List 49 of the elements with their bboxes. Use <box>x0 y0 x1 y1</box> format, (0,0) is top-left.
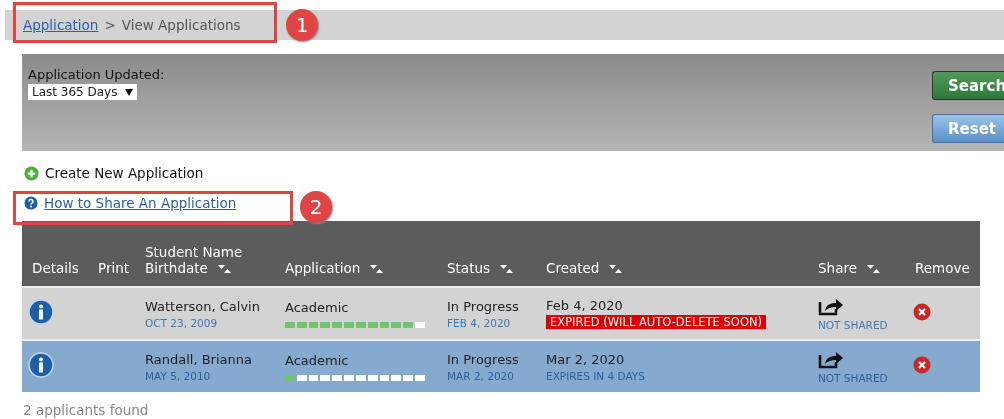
status-date: MAR 2, 2020 <box>447 369 515 382</box>
application-type: Academic <box>285 299 350 315</box>
info-icon[interactable] <box>28 352 54 378</box>
results-count: 2 applicants found <box>23 402 150 418</box>
column-header[interactable]: Share <box>808 221 905 287</box>
date-range-select[interactable]: Last 365 Days <box>28 84 138 100</box>
sort-icon <box>609 265 623 273</box>
share-icon[interactable] <box>818 296 844 316</box>
column-header[interactable]: Application <box>275 221 437 287</box>
student-name: Watterson, Calvin <box>145 298 261 314</box>
column-header: Remove <box>905 221 980 287</box>
applicant-row[interactable]: Watterson, Calvin OCT 23, 2009 Academic In Progress FEB 4, 2020 Feb 4, 2020 EXPIRED (WILL AUTO-DELETE SOON) NOT SHARED <box>22 287 980 340</box>
share-icon[interactable] <box>818 349 844 369</box>
remove-icon[interactable] <box>913 303 931 321</box>
step-number: 2 <box>300 191 332 223</box>
column-header: Details <box>22 221 88 287</box>
breadcrumb-separator: > <box>104 17 116 33</box>
column-header[interactable]: Student Name Birthdate <box>135 221 275 287</box>
remove-icon[interactable] <box>913 356 931 374</box>
sort-icon <box>500 265 514 273</box>
student-name: Randall, Brianna <box>145 351 253 367</box>
birthdate: MAY 5, 2010 <box>145 369 212 382</box>
sort-icon <box>866 265 880 273</box>
breadcrumb-current: View Applications <box>121 17 241 33</box>
status-text: In Progress <box>447 298 520 314</box>
filter-label: Application Updated: <box>28 67 165 82</box>
share-status: NOT SHARED <box>818 372 889 384</box>
help-link[interactable]: How to Share An Application <box>44 195 237 211</box>
breadcrumb-link[interactable]: Application <box>23 17 99 33</box>
created-date: Feb 4, 2020 <box>546 298 624 313</box>
status-date: FEB 4, 2020 <box>447 316 512 329</box>
birthdate: OCT 23, 2009 <box>145 316 219 329</box>
column-header: Print <box>88 221 135 287</box>
sort-icon <box>370 265 384 273</box>
status-text: In Progress <box>447 351 520 367</box>
applicant-row[interactable]: Randall, Brianna MAY 5, 2010 Academic In Progress MAR 2, 2020 Mar 2, 2020 EXPIRES IN 4 DAYS NOT SHARED <box>22 340 980 392</box>
created-date: Mar 2, 2020 <box>546 351 626 367</box>
application-type: Academic <box>285 352 350 368</box>
create-application-link[interactable]: Create New Application <box>45 165 204 181</box>
dropdown-icon <box>125 88 134 96</box>
expired-badge: EXPIRED (WILL AUTO-DELETE SOON) <box>546 315 767 329</box>
column-header[interactable]: Status <box>437 221 536 287</box>
sort-icon <box>217 265 231 273</box>
column-header[interactable]: Created <box>536 221 808 287</box>
share-status: NOT SHARED <box>818 319 889 331</box>
plus-icon <box>24 165 39 181</box>
help-icon <box>24 196 38 210</box>
expiry-note: EXPIRES IN 4 DAYS <box>546 369 646 382</box>
info-icon[interactable] <box>28 299 54 325</box>
